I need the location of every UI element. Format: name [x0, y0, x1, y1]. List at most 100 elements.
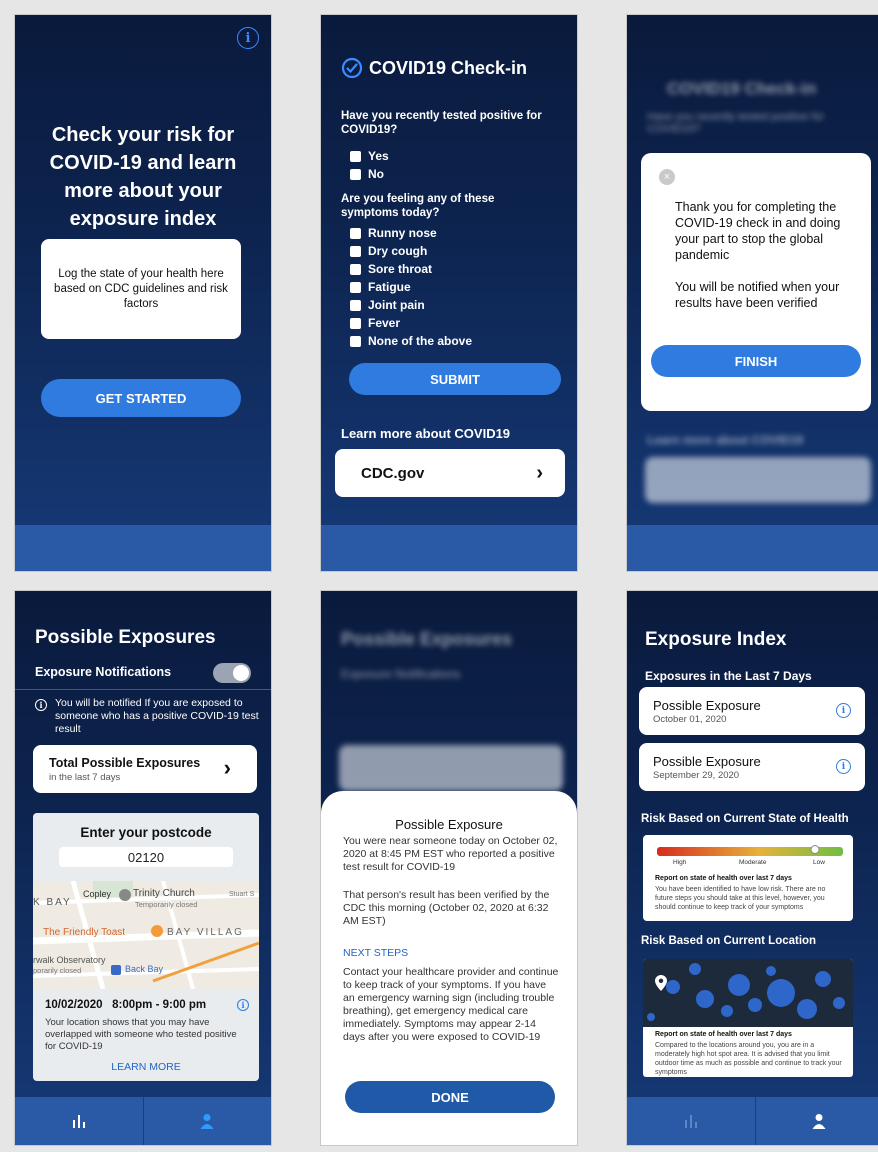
- info-icon[interactable]: i: [836, 703, 851, 718]
- map-label-observatory: rwalk Observatory: [33, 955, 106, 965]
- toggle-knob: [233, 665, 249, 681]
- info-icon: i: [35, 699, 47, 711]
- blurred-link-card: [645, 457, 871, 503]
- map-label-observatory-sub: porarily closed: [33, 966, 82, 975]
- close-icon[interactable]: ×: [659, 169, 675, 185]
- tab-stats[interactable]: [627, 1097, 755, 1145]
- question-symptoms: Are you feeling any of these symptoms to…: [341, 193, 495, 219]
- bottom-bar: [627, 525, 878, 571]
- symptom-options: Runny nose Dry cough Sore throat Fatigue…: [350, 224, 472, 350]
- health-risk-card: High Moderate Low Report on state of hea…: [643, 835, 853, 921]
- scale-low: Low: [813, 859, 825, 866]
- bar-chart-icon: [72, 1115, 85, 1128]
- option-no[interactable]: No: [350, 165, 389, 183]
- divider: [15, 689, 271, 690]
- checkbox[interactable]: [350, 168, 361, 180]
- tab-profile[interactable]: [754, 1097, 878, 1145]
- exposure-title: Possible Exposure: [653, 698, 761, 713]
- option-none[interactable]: None of the above: [350, 332, 472, 350]
- scale-high: High: [673, 859, 687, 866]
- checkin-header: COVID19 Check-in: [341, 57, 527, 79]
- checkbox[interactable]: [350, 245, 361, 257]
- blurred-card: [339, 745, 563, 791]
- sheet-paragraph-1: You were near someone today on October 0…: [343, 835, 558, 873]
- checkbox[interactable]: [350, 227, 361, 239]
- checkbox[interactable]: [350, 317, 361, 329]
- info-icon[interactable]: i: [836, 759, 851, 774]
- exposure-detail-screen: Possible Exposures Exposure Notification…: [320, 590, 578, 1146]
- option-fatigue[interactable]: Fatigue: [350, 278, 472, 296]
- section-location-label: Risk Based on Current Location: [641, 935, 817, 947]
- location-report-title: Report on state of health over last 7 da…: [655, 1031, 792, 1038]
- submit-button[interactable]: SUBMIT: [349, 363, 561, 395]
- exposure-card-2[interactable]: Possible Exposure September 29, 2020 i: [639, 743, 865, 791]
- option-joint-pain[interactable]: Joint pain: [350, 296, 472, 314]
- bar-chart-icon: [684, 1115, 697, 1128]
- exposure-title: Possible Exposure: [653, 754, 761, 769]
- checkbox[interactable]: [350, 281, 361, 293]
- blurred-notif: Exposure Notifications: [341, 667, 461, 681]
- health-report-text: You have been identified to have low ris…: [655, 886, 826, 911]
- risk-marker: [810, 845, 820, 854]
- option-runny-nose[interactable]: Runny nose: [350, 224, 472, 242]
- option-sore-throat[interactable]: Sore throat: [350, 260, 472, 278]
- user-icon: [812, 1114, 826, 1129]
- church-pin-icon: [119, 889, 131, 901]
- notification-note: You will be notified If you are exposed …: [55, 697, 259, 735]
- tab-stats[interactable]: [15, 1097, 143, 1145]
- page-title: Exposure Index: [645, 629, 787, 650]
- chevron-right-icon: ›: [223, 755, 231, 780]
- health-report-title: Report on state of health over last 7 da…: [655, 875, 792, 882]
- info-icon[interactable]: i: [237, 27, 259, 49]
- exposure-sheet: Possible Exposure You were near someone …: [321, 791, 577, 1145]
- check-circle-icon: [341, 57, 363, 79]
- checkin-title: COVID19 Check-in: [369, 57, 528, 78]
- option-fever[interactable]: Fever: [350, 314, 472, 332]
- question-positive: Have you recently tested positive for CO…: [341, 110, 542, 136]
- notifications-toggle[interactable]: [213, 663, 251, 683]
- cdc-link-card[interactable]: CDC.gov ›: [335, 449, 565, 497]
- learn-more-link[interactable]: LEARN MORE: [33, 1061, 259, 1073]
- checkbox[interactable]: [350, 335, 361, 347]
- event-time: 10/02/2020 8:00pm - 9:00 pm: [45, 999, 207, 1011]
- hotspot-map[interactable]: [643, 959, 853, 1027]
- user-icon: [200, 1114, 214, 1129]
- checkbox[interactable]: [350, 263, 361, 275]
- modal-message: Thank you for completing the COVID-19 ch…: [675, 200, 841, 262]
- total-exposures-title: Total Possible Exposures: [49, 756, 201, 770]
- exposure-card-1[interactable]: Possible Exposure October 01, 2020 i: [639, 687, 865, 735]
- total-exposures-card[interactable]: Total Possible Exposures in the last 7 d…: [33, 745, 257, 793]
- get-started-button[interactable]: GET STARTED: [41, 379, 241, 417]
- exposure-date: October 01, 2020: [653, 714, 727, 725]
- location-pin-icon: [655, 975, 667, 991]
- checkbox[interactable]: [350, 299, 361, 311]
- cdc-link-label: CDC.gov: [361, 464, 425, 482]
- map[interactable]: K BAY Copley Trinity Church Temporarily …: [33, 881, 259, 989]
- blurred-learn: Learn more about COVID19: [647, 433, 804, 447]
- welcome-headline: Check your risk for COVID-19 and learn m…: [49, 124, 237, 230]
- done-button[interactable]: DONE: [345, 1081, 555, 1113]
- sheet-paragraph-3: Contact your healthcare provider and con…: [343, 966, 559, 1043]
- transit-icon: [111, 965, 121, 975]
- info-icon[interactable]: i: [237, 999, 249, 1011]
- exposure-index-screen: Exposure Index Exposures in the Last 7 D…: [626, 590, 878, 1146]
- option-yes[interactable]: Yes: [350, 147, 389, 165]
- scale-moderate: Moderate: [739, 859, 767, 866]
- checkbox[interactable]: [350, 150, 361, 162]
- map-label-trinity-sub: Temporarily closed: [135, 900, 198, 909]
- checkin-complete-screen: COVID19 Check-in Have you recently teste…: [626, 14, 878, 572]
- blurred-title: Possible Exposures: [341, 629, 513, 649]
- checkin-screen: COVID19 Check-in Have you recently teste…: [320, 14, 578, 572]
- tab-profile[interactable]: [142, 1097, 272, 1145]
- bottom-bar: [15, 525, 271, 571]
- map-label-toast: The Friendly Toast: [43, 927, 126, 938]
- welcome-screen: i Check your risk for COVID-19 and learn…: [14, 14, 272, 572]
- finish-button[interactable]: FINISH: [651, 345, 861, 377]
- sheet-paragraph-2: That person's result has been verified b…: [343, 889, 550, 927]
- modal-note: You will be notified when your results h…: [675, 280, 840, 310]
- tab-bar: [627, 1097, 878, 1145]
- map-label-copley: Copley: [83, 889, 112, 899]
- option-dry-cough[interactable]: Dry cough: [350, 242, 472, 260]
- postcode-input[interactable]: [59, 847, 233, 867]
- sheet-title: Possible Exposure: [395, 817, 503, 832]
